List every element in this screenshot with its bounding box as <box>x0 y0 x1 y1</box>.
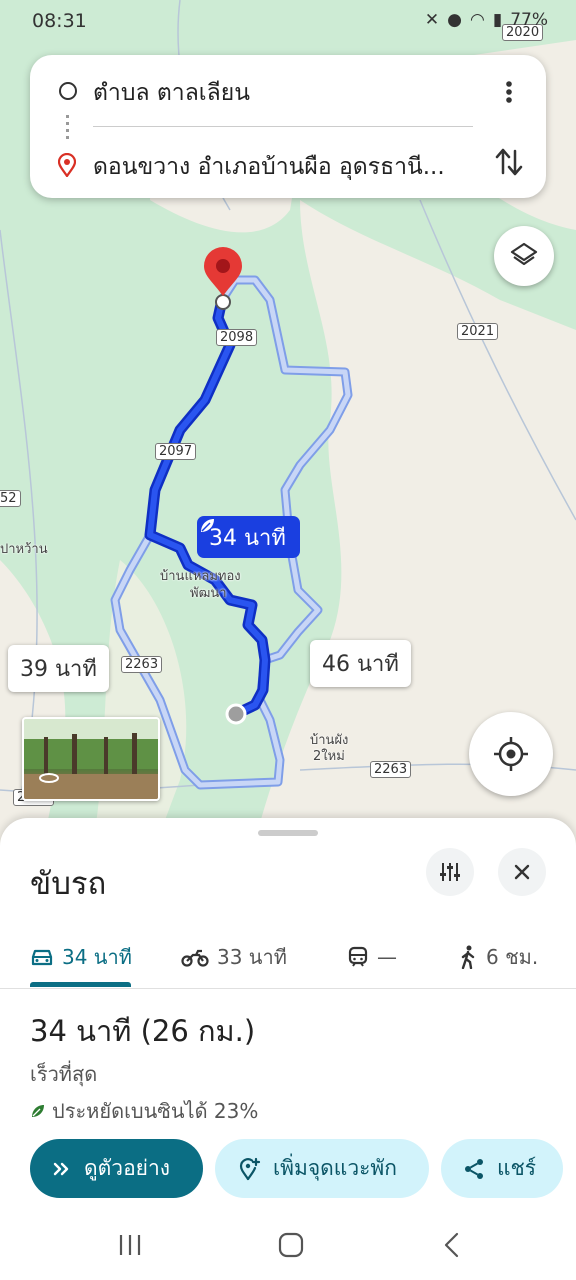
wifi-icon: ◠ <box>470 10 485 30</box>
road-shield: 2097 <box>155 443 197 460</box>
back-icon[interactable] <box>440 1231 464 1259</box>
preview-label: ดูตัวอย่าง <box>84 1156 171 1180</box>
road-shield: 2098 <box>216 329 258 346</box>
destination-pin-icon <box>58 153 76 177</box>
sheet-title: ขับรถ <box>30 866 107 902</box>
walk-icon <box>461 945 475 969</box>
origin-input[interactable]: ตำบล ตาลเลียน <box>93 75 250 111</box>
road-shield: 2263 <box>121 656 163 673</box>
alt-route-time-chip-left[interactable]: 39 นาที <box>8 645 109 692</box>
share-icon <box>465 1158 483 1179</box>
road-shield: 2021 <box>457 323 499 340</box>
add-stop-label: เพิ่มจุดแวะพัก <box>273 1156 397 1180</box>
mute-icon: ✕ <box>424 10 440 30</box>
place-label: ปาหว้าน <box>0 542 48 557</box>
swap-icon[interactable] <box>492 145 526 179</box>
signal-icon: ▮ <box>492 10 503 30</box>
tab-transit[interactable]: — <box>347 928 397 986</box>
home-icon[interactable] <box>277 1231 305 1259</box>
share-button[interactable]: แชร์ <box>441 1139 563 1198</box>
layers-icon <box>510 242 538 266</box>
crosshair-icon <box>494 737 528 771</box>
my-location-button[interactable] <box>469 712 553 796</box>
close-button[interactable] <box>498 848 546 896</box>
tab-motorcycle[interactable]: 33 นาที <box>181 928 287 986</box>
360-view-icon <box>39 773 59 783</box>
preview-button[interactable]: ดูตัวอย่าง <box>30 1139 203 1198</box>
system-icons: ✕ ● ◠ ▮ 77% <box>425 10 548 30</box>
eco-savings: ประหยัดเบนซินได้ 23% <box>30 1095 258 1127</box>
origin-circle-icon <box>59 82 77 100</box>
origin-marker <box>225 703 247 725</box>
status-bar: 08:31 ✕ ● ◠ ▮ 77% <box>0 0 576 44</box>
route-duration-distance: 34 นาที (26 กม.) <box>30 1014 256 1048</box>
share-label: แชร์ <box>497 1156 537 1180</box>
eco-savings-text: ประหยัดเบนซินได้ 23% <box>52 1099 259 1123</box>
tune-icon <box>440 863 460 881</box>
sheet-drag-handle[interactable] <box>258 830 318 836</box>
car-icon <box>31 949 53 966</box>
place-label: 2ใหม่ <box>313 749 345 764</box>
tab-walking[interactable]: 6 ชม. <box>458 928 538 986</box>
tab-label: 34 นาที <box>62 945 132 969</box>
road-shield: 52 <box>0 490 21 507</box>
route-subtitle: เร็วที่สุด <box>30 1062 98 1086</box>
alt-route-time-chip-right[interactable]: 46 นาที <box>310 640 411 687</box>
tab-label: 6 ชม. <box>486 945 539 969</box>
street-view-thumbnail[interactable] <box>22 717 160 801</box>
tree-scene-image <box>24 719 158 799</box>
route-dots-divider <box>66 115 69 139</box>
primary-route-time-chip[interactable]: 34 นาที <box>197 516 300 558</box>
location-icon: ● <box>447 10 462 30</box>
more-options-icon[interactable] <box>494 77 524 107</box>
route-options-button[interactable] <box>426 848 474 896</box>
add-location-icon <box>239 1157 261 1180</box>
road-shield: 2263 <box>370 761 412 778</box>
active-tab-indicator <box>30 982 131 987</box>
place-label: พัฒนา <box>190 586 227 601</box>
battery-level: 77% <box>510 10 548 30</box>
divider <box>93 126 473 127</box>
tab-label: — <box>377 945 397 969</box>
travel-mode-tabs: 34 นาที 33 นาที — 6 ชม. <box>0 928 576 989</box>
tab-label: 33 นาที <box>217 945 287 969</box>
layers-button[interactable] <box>494 226 554 286</box>
alt-route-time: 46 นาที <box>322 652 399 677</box>
alt-route-time: 39 นาที <box>20 657 97 682</box>
add-stop-button[interactable]: เพิ่มจุดแวะพัก <box>215 1139 429 1198</box>
directions-search-card: ตำบล ตาลเลียน ดอนขวาง อำเภอบ้านผือ อุดรธ… <box>30 55 546 198</box>
system-navigation-bar <box>0 1210 576 1280</box>
destination-input[interactable]: ดอนขวาง อำเภอบ้านผือ อุดรธานี... <box>93 149 473 185</box>
recent-apps-icon[interactable] <box>116 1232 144 1258</box>
train-icon <box>348 946 368 967</box>
close-icon <box>514 864 530 880</box>
double-chevron-icon <box>53 1162 69 1175</box>
tab-driving[interactable]: 34 นาที <box>30 928 132 986</box>
leaf-icon <box>32 1105 44 1117</box>
eco-leaf-icon <box>201 519 214 532</box>
clock: 08:31 <box>32 10 87 32</box>
primary-route-time: 34 นาที <box>209 525 286 551</box>
motorcycle-icon <box>181 949 209 967</box>
